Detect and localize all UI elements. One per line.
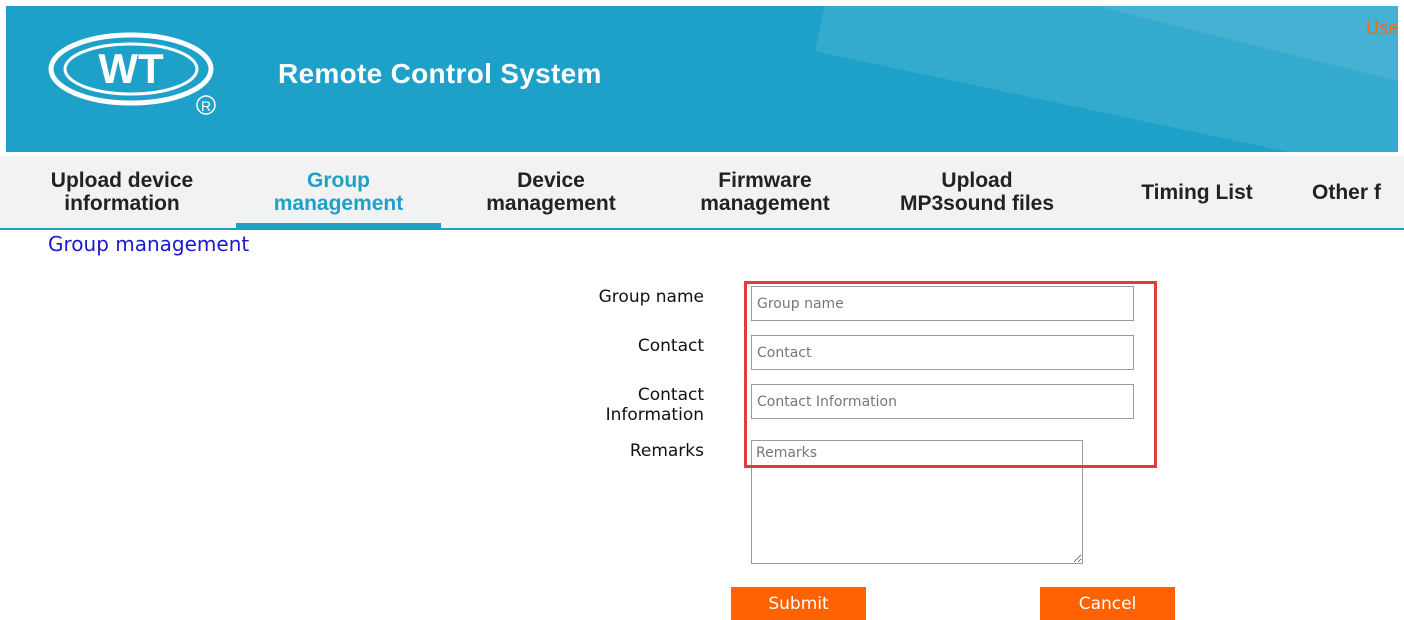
remarks-label: Remarks <box>629 441 704 461</box>
nav-tab-label: Device management <box>486 169 616 215</box>
section-title: Group management <box>48 232 250 256</box>
nav-tab-upload-device-information[interactable]: Upload device information <box>24 156 220 228</box>
app-title: Remote Control System <box>278 58 602 89</box>
nav-tab-label: Timing List <box>1141 180 1253 204</box>
nav-tab-group-management[interactable]: Group management <box>236 156 441 228</box>
nav-tab-label: Group management <box>273 169 404 215</box>
nav-tab-device-management[interactable]: Device management <box>458 156 644 228</box>
wt-logo-icon: WT R <box>48 32 216 115</box>
cancel-button[interactable]: Cancel <box>1040 587 1175 620</box>
contact-input[interactable] <box>751 335 1134 370</box>
main-nav: Upload device information Group manageme… <box>0 156 1404 230</box>
group-name-input[interactable] <box>751 286 1134 321</box>
group-name-label: Group name <box>598 287 704 307</box>
nav-tab-timing-list[interactable]: Timing List <box>1104 156 1290 228</box>
contact-label: Contact <box>637 336 704 356</box>
submit-button[interactable]: Submit <box>731 587 866 620</box>
contact-information-input[interactable] <box>751 384 1134 419</box>
nav-tab-firmware-management[interactable]: Firmware management <box>672 156 858 228</box>
nav-tab-other-functions[interactable]: Other f <box>1312 156 1404 228</box>
nav-tab-label: Upload MP3sound files <box>899 169 1055 215</box>
remarks-textarea[interactable] <box>751 440 1083 564</box>
nav-tab-label: Other f <box>1312 180 1381 204</box>
nav-tab-upload-mp3-sound-files[interactable]: Upload MP3sound files <box>872 156 1082 228</box>
user-link[interactable]: Use <box>1366 18 1398 39</box>
contact-information-label: Contact Information <box>605 385 704 425</box>
logo-text: WT <box>98 45 164 92</box>
nav-tab-label: Firmware management <box>700 169 830 215</box>
registered-mark: R <box>201 98 211 114</box>
nav-tab-label: Upload device information <box>50 169 194 215</box>
app-header: WT R Remote Control System Use <box>6 6 1398 152</box>
